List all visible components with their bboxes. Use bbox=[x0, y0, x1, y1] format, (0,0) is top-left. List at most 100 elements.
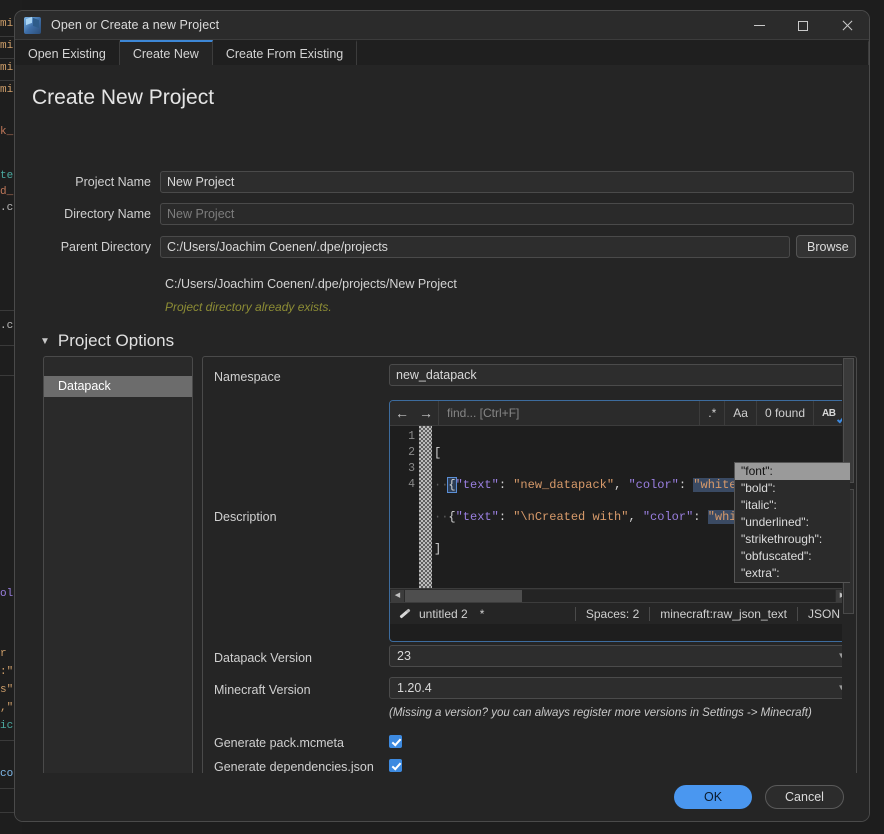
close-button[interactable] bbox=[825, 11, 869, 40]
generate-dependencies-checkbox[interactable] bbox=[389, 759, 402, 772]
code-token: [ bbox=[434, 446, 442, 460]
row-directory-name: Directory Name bbox=[15, 203, 854, 225]
minimize-icon bbox=[753, 25, 765, 26]
bg-code-fragment: ," bbox=[0, 702, 14, 714]
autocomplete-item[interactable]: "bold": bbox=[735, 480, 850, 497]
code-token: : bbox=[498, 478, 514, 492]
code-token: : bbox=[498, 510, 514, 524]
code-token: ] bbox=[434, 542, 442, 556]
code-token: "text" bbox=[455, 510, 499, 524]
minecraft-version-combo[interactable]: 1.20.4 ▼ bbox=[389, 677, 851, 699]
tab-open-existing[interactable]: Open Existing bbox=[15, 40, 120, 65]
parent-directory-input[interactable] bbox=[160, 235, 790, 258]
dialog-tabbar: Open Existing Create New Create From Exi… bbox=[15, 40, 869, 65]
edit-pencil-icon bbox=[398, 607, 411, 620]
scroll-left-icon[interactable]: ◀ bbox=[391, 589, 404, 602]
browse-button[interactable]: Browse bbox=[796, 235, 856, 258]
project-options-title: Project Options bbox=[57, 331, 175, 350]
code-token: : bbox=[678, 478, 694, 492]
autocomplete-popup[interactable]: "font": "bold": "italic": "underlined": … bbox=[734, 462, 850, 583]
find-input[interactable] bbox=[438, 401, 701, 425]
autocomplete-item[interactable]: "extra": bbox=[735, 565, 850, 582]
code-token: : bbox=[693, 510, 708, 524]
code-token: { bbox=[448, 510, 456, 524]
editor-folding-strip bbox=[419, 426, 432, 588]
ok-button[interactable]: OK bbox=[674, 785, 752, 809]
options-category-list: Datapack bbox=[43, 356, 193, 793]
hscroll-thumb[interactable] bbox=[405, 589, 522, 602]
resolved-path-preview: C:/Users/Joachim Coenen/.dpe/projects/Ne… bbox=[165, 277, 457, 291]
row-parent-directory: Parent Directory Browse bbox=[15, 235, 856, 258]
code-indent-dots: ·· bbox=[434, 478, 449, 492]
code-indent-dots: ·· bbox=[434, 510, 449, 524]
code-token: "color" bbox=[642, 510, 694, 524]
sidebar-item-datapack[interactable]: Datapack bbox=[44, 376, 192, 397]
minimize-button[interactable] bbox=[737, 11, 781, 40]
find-results-count: 0 found bbox=[757, 401, 814, 426]
tabbar-filler bbox=[357, 40, 869, 65]
bg-code-fragment: te bbox=[0, 170, 14, 182]
code-token: "\nCreated with" bbox=[513, 510, 629, 524]
namespace-input[interactable] bbox=[389, 364, 851, 386]
dialog-titlebar[interactable]: Open or Create a new Project bbox=[15, 11, 869, 40]
autocomplete-item[interactable]: "obfuscated": bbox=[735, 548, 850, 565]
screen: mi mi mi mi k_ te d_ .c .ch ol r :" s" ,… bbox=[0, 0, 884, 834]
datapack-version-value: 23 bbox=[397, 649, 411, 663]
bg-code-fragment: d_ bbox=[0, 186, 14, 198]
description-code-editor[interactable]: ← → .* Aa 0 found AB bbox=[389, 400, 851, 642]
project-options-header[interactable]: ▼ Project Options bbox=[40, 331, 174, 351]
bg-code-fragment: mi bbox=[0, 18, 14, 30]
find-regex-toggle[interactable]: .* bbox=[700, 401, 726, 426]
editor-status-bar: untitled 2 * Spaces: 2 minecraft:raw_jso… bbox=[390, 602, 850, 624]
editor-modified-marker: * bbox=[479, 606, 485, 621]
directory-name-input[interactable] bbox=[160, 203, 854, 225]
code-token: { bbox=[447, 477, 457, 493]
code-token: "color" bbox=[628, 478, 679, 492]
generate-packmcmeta-checkbox[interactable] bbox=[389, 735, 402, 748]
line-number: 1 bbox=[408, 430, 415, 443]
line-number: 3 bbox=[408, 462, 415, 475]
editor-code-area[interactable]: 1 2 3 4 [ ··{"text": "new_datapack", "co… bbox=[390, 426, 850, 588]
minecraft-version-value: 1.20.4 bbox=[397, 681, 432, 695]
dialog-footer: OK Cancel bbox=[15, 773, 869, 821]
editor-horizontal-scrollbar[interactable]: ◀ ▶ bbox=[390, 588, 850, 602]
autocomplete-item[interactable]: "strikethrough": bbox=[735, 531, 850, 548]
minecraft-block-icon bbox=[24, 16, 41, 34]
spellcheck-icon: AB bbox=[822, 405, 846, 424]
bg-code-fragment: mi bbox=[0, 40, 14, 52]
bg-code-fragment: mi bbox=[0, 62, 14, 74]
editor-indent-setting[interactable]: Spaces: 2 bbox=[576, 603, 649, 625]
autocomplete-item[interactable]: "underlined": bbox=[735, 514, 850, 531]
code-token: , bbox=[628, 510, 643, 524]
autocomplete-item[interactable]: "font": bbox=[735, 463, 850, 480]
editor-schema[interactable]: minecraft:raw_json_text bbox=[650, 603, 797, 625]
spellcheck-icon-label: AB bbox=[822, 408, 836, 419]
window-controls bbox=[737, 11, 869, 40]
generate-packmcmeta-label: Generate pack.mcmeta bbox=[214, 736, 344, 750]
project-name-input[interactable] bbox=[160, 171, 854, 193]
close-icon bbox=[841, 20, 853, 32]
options-list-header bbox=[44, 357, 192, 376]
project-name-label: Project Name bbox=[75, 175, 151, 189]
bg-code-fragment: co bbox=[0, 768, 14, 780]
code-token: "new_datapack" bbox=[513, 478, 615, 492]
find-case-toggle[interactable]: Aa bbox=[725, 401, 757, 426]
find-next-button[interactable]: → bbox=[414, 406, 438, 420]
line-number: 2 bbox=[408, 446, 415, 459]
autocomplete-item[interactable]: "italic": bbox=[735, 497, 850, 514]
directory-name-label: Directory Name bbox=[64, 207, 151, 221]
tab-create-from-existing[interactable]: Create From Existing bbox=[212, 40, 358, 65]
maximize-button[interactable] bbox=[781, 11, 825, 40]
version-registration-hint: (Missing a version? you can always regis… bbox=[389, 707, 812, 719]
bg-code-fragment: ol bbox=[0, 588, 14, 600]
datapack-version-label: Datapack Version bbox=[214, 651, 312, 665]
parent-directory-label: Parent Directory bbox=[60, 239, 151, 254]
hscroll-track[interactable] bbox=[405, 589, 835, 602]
bg-code-fragment: .c bbox=[0, 202, 14, 214]
tab-create-new[interactable]: Create New bbox=[119, 40, 213, 65]
bg-code-fragment: s" bbox=[0, 684, 14, 696]
options-content: Namespace Description ← → .* Aa 0 found bbox=[202, 356, 857, 798]
datapack-version-combo[interactable]: 23 ▼ bbox=[389, 645, 851, 667]
cancel-button[interactable]: Cancel bbox=[765, 785, 844, 809]
find-previous-button[interactable]: ← bbox=[390, 406, 414, 420]
